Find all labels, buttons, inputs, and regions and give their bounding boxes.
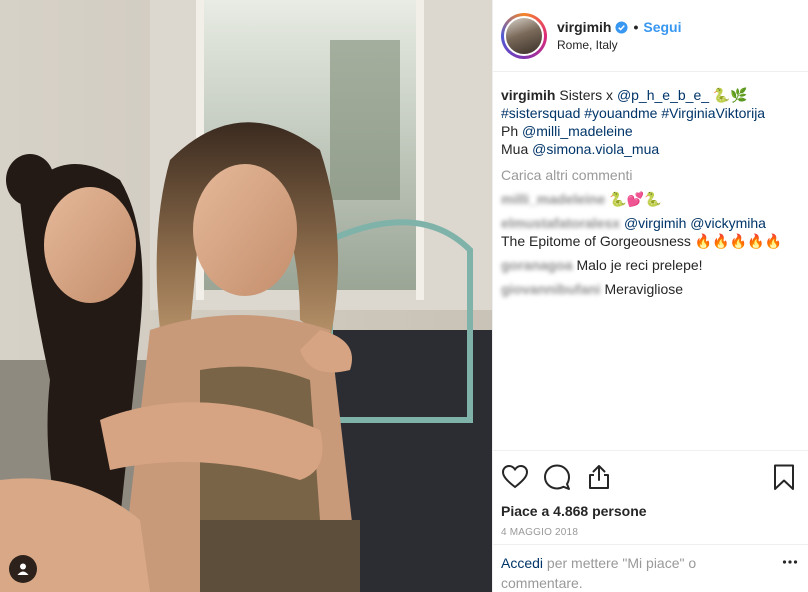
caption-text: Sisters x xyxy=(559,87,614,103)
caption-emoji: 🐍🌿 xyxy=(712,87,748,103)
verified-badge-icon xyxy=(615,20,629,34)
comment-item: goranagoa Malo je reci prelepe! xyxy=(501,256,796,274)
caption-username[interactable]: virgimih xyxy=(501,87,555,103)
avatar xyxy=(504,15,544,56)
heart-icon[interactable] xyxy=(501,463,529,491)
comment-username[interactable]: elmustafatoralesx xyxy=(501,214,620,232)
share-icon[interactable] xyxy=(585,463,613,491)
post-side-panel: virgimih • Segui Rome, Italy virgimih Si… xyxy=(492,0,808,592)
comment-username[interactable]: goranagoa xyxy=(501,256,573,274)
caption-mention[interactable]: @p_h_e_b_e_ xyxy=(617,87,709,103)
post-modal: virgimih • Segui Rome, Italy virgimih Si… xyxy=(0,0,808,592)
location-link[interactable]: Rome, Italy xyxy=(557,38,682,52)
caption-ph-label: Ph xyxy=(501,123,519,139)
comment-item: elmustafatoralesx @virgimih @vickymiha T… xyxy=(501,214,796,250)
user-tag-icon[interactable] xyxy=(9,555,37,583)
caption-photographer-mention[interactable]: @milli_madeleine xyxy=(522,123,633,139)
comment-text: 🐍💕🐍 xyxy=(609,191,662,207)
post-image xyxy=(0,0,492,592)
add-comment-section: Accedi per mettere "Mi piace" o commenta… xyxy=(493,544,808,592)
comment-username[interactable]: giovannibufani xyxy=(501,280,601,298)
comment-text: Meravigliose xyxy=(604,281,684,297)
comment-icon[interactable] xyxy=(543,463,571,491)
username-link[interactable]: virgimih xyxy=(557,19,611,35)
caption: virgimih Sisters x @p_h_e_b_e_ 🐍🌿 #siste… xyxy=(501,86,796,158)
follow-button[interactable]: Segui xyxy=(643,19,681,35)
likes-count[interactable]: Piace a 4.868 persone xyxy=(501,503,798,519)
caption-mua-mention[interactable]: @simona.viola_mua xyxy=(532,141,659,157)
post-date[interactable]: 4 MAGGIO 2018 xyxy=(501,527,798,538)
caption-hashtags[interactable]: #sistersquad #youandme #VirginiaViktorij… xyxy=(501,105,765,121)
comment-item: giovannibufani Meravigliose xyxy=(501,280,796,298)
comment-text: The Epitome of Gorgeousness 🔥🔥🔥🔥🔥 xyxy=(501,233,782,249)
post-header: virgimih • Segui Rome, Italy xyxy=(493,0,808,72)
avatar-story-ring[interactable] xyxy=(501,12,547,59)
comment-text: Malo je reci prelepe! xyxy=(576,257,703,273)
login-link[interactable]: Accedi xyxy=(501,555,543,571)
comment-item: milli_madeleine 🐍💕🐍 xyxy=(501,190,796,208)
comment-username[interactable]: milli_madeleine xyxy=(501,190,605,208)
bookmark-icon[interactable] xyxy=(770,463,798,491)
comment-mentions[interactable]: @virgimih @vickymiha xyxy=(624,215,766,231)
separator-dot: • xyxy=(633,19,639,35)
post-photo[interactable] xyxy=(0,0,492,592)
load-more-comments-button[interactable]: Carica altri commenti xyxy=(501,166,796,184)
post-actions: Piace a 4.868 persone 4 MAGGIO 2018 xyxy=(493,450,808,538)
caption-mua-label: Mua xyxy=(501,141,529,157)
more-options-icon[interactable] xyxy=(782,559,798,565)
comments-list: virgimih Sisters x @p_h_e_b_e_ 🐍🌿 #siste… xyxy=(493,72,808,298)
